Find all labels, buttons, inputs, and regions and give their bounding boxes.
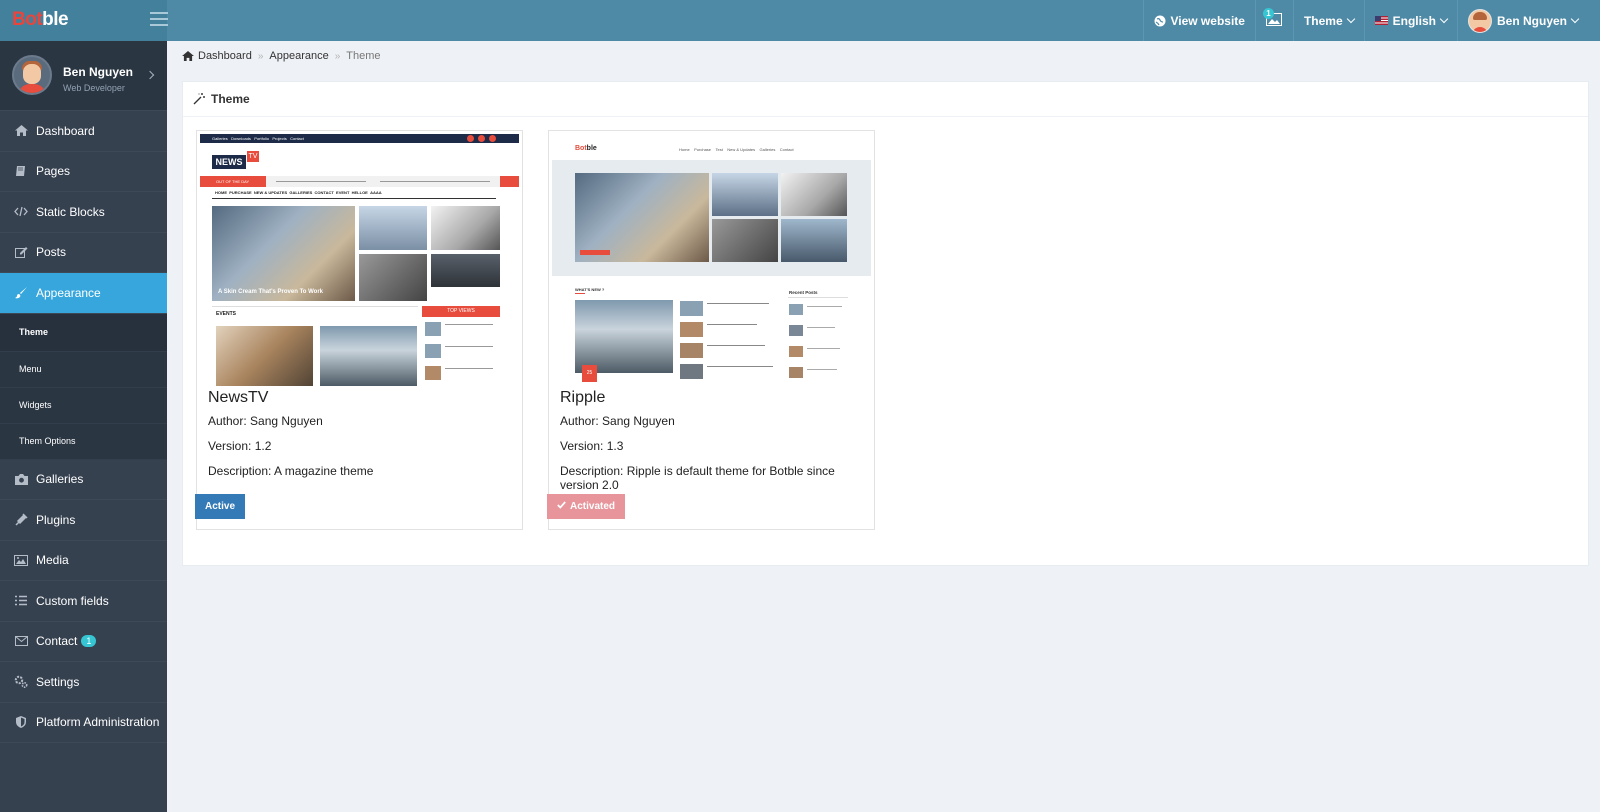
sidebar-item-settings[interactable]: Settings [0, 662, 167, 703]
chevron-right-icon[interactable] [145, 70, 155, 80]
activated-button-label: Activated [570, 501, 616, 512]
theme-card-ripple: Botble Home Purchase Test New & Updates … [547, 130, 875, 530]
theme-screenshot-newstv: Galleries Downloads Portfolio Projects C… [200, 134, 519, 386]
theme-author: Author: Sang Nguyen [560, 414, 675, 428]
plug-icon [14, 513, 28, 526]
sidebar-profile[interactable]: Ben Nguyen Web Developer [0, 41, 167, 111]
sidebar-item-contact[interactable]: Contact 1 [0, 622, 167, 662]
us-flag-icon [1374, 16, 1388, 25]
theme-dropdown-label: Theme [1303, 13, 1343, 28]
sidebar-subitem-theme-options[interactable]: Them Options [0, 423, 167, 460]
view-website-label: View website [1170, 13, 1245, 28]
sidebar-item-posts[interactable]: Posts [0, 233, 167, 273]
camera-icon [14, 473, 28, 485]
theme-dropdown[interactable]: Theme [1292, 0, 1364, 41]
logo-part1: Bot [12, 9, 43, 30]
sidebar-item-plugins[interactable]: Plugins [0, 500, 167, 541]
user-avatar [1467, 8, 1492, 33]
user-menu[interactable]: Ben Nguyen [1456, 0, 1600, 41]
sidebar-item-label: Appearance [36, 285, 101, 300]
sidebar-item-appearance[interactable]: Appearance [0, 273, 167, 314]
theme-version: Version: 1.3 [560, 439, 624, 453]
home-icon [14, 125, 28, 137]
avatar [12, 55, 52, 95]
sidebar-item-dashboard[interactable]: Dashboard [0, 111, 167, 152]
sidebar-item-label: Galleries [36, 472, 84, 487]
sidebar-item-label: Settings [36, 674, 80, 689]
sidebar-item-label: Media [36, 553, 69, 568]
breadcrumb-separator-icon: » [334, 50, 341, 62]
sidebar-item-label: Custom fields [36, 593, 109, 608]
breadcrumb-theme: Theme [346, 50, 381, 62]
code-icon [14, 206, 28, 217]
language-label: English [1392, 13, 1436, 28]
activate-button[interactable]: Active [195, 494, 246, 519]
sidebar-item-galleries[interactable]: Galleries [0, 460, 167, 500]
theme-author: Author: Sang Nguyen [208, 414, 323, 428]
breadcrumb-dashboard[interactable]: Dashboard [198, 50, 252, 62]
view-website-link[interactable]: View website [1143, 0, 1254, 41]
sidebar-subitem-widgets[interactable]: Widgets [0, 387, 167, 424]
profile-role: Web Developer [63, 83, 125, 93]
sidebar-subitem-menu[interactable]: Menu [0, 351, 167, 388]
contact-badge: 1 [81, 635, 97, 648]
check-icon [557, 501, 566, 512]
page-title: Theme [183, 82, 1588, 117]
activate-button-label: Active [205, 501, 236, 512]
shield-icon [14, 716, 28, 729]
breadcrumb: Dashboard » Appearance » Theme [182, 50, 381, 62]
sidebar-subitem-theme[interactable]: Theme [0, 313, 167, 352]
book-icon [14, 165, 28, 177]
top-header: Botble View website 1 Theme English Ben … [0, 0, 1600, 41]
home-icon [182, 51, 194, 61]
menu-toggle-icon[interactable] [150, 12, 168, 26]
sidebar-item-media[interactable]: Media [0, 541, 167, 581]
globe-icon [1154, 15, 1166, 27]
theme-name: Ripple [560, 389, 606, 406]
logo-area: Botble [0, 0, 167, 41]
list-icon [14, 595, 28, 606]
breadcrumb-appearance[interactable]: Appearance [269, 50, 328, 62]
sidebar-item-label: Contact [36, 634, 78, 649]
envelope-icon [14, 636, 28, 647]
chevron-down-icon [1439, 14, 1449, 23]
sidebar-item-platform-administration[interactable]: Platform Administration [0, 703, 167, 743]
activated-button[interactable]: Activated [547, 494, 626, 519]
theme-card-newstv: Galleries Downloads Portfolio Projects C… [195, 130, 523, 530]
sidebar-item-label: Dashboard [36, 123, 95, 138]
sidebar-item-label: Platform Administration [36, 715, 160, 730]
sidebar-item-label: Posts [36, 245, 67, 260]
theme-version: Version: 1.2 [208, 439, 272, 453]
theme-description: Description: A magazine theme [208, 464, 374, 478]
top-right-menu: View website 1 Theme English Ben Nguyen [1143, 0, 1600, 41]
theme-portlet: Theme Galleries Downloads Portfolio Proj… [182, 81, 1589, 566]
sidebar-item-label: Plugins [36, 512, 76, 527]
logo-part2: ble [42, 9, 69, 30]
sidebar-item-label: Static Blocks [36, 204, 105, 219]
sidebar-item-pages[interactable]: Pages [0, 152, 167, 192]
logo[interactable]: Botble [12, 9, 69, 31]
theme-screenshot-ripple: Botble Home Purchase Test New & Updates … [552, 134, 871, 386]
notification-badge: 1 [1262, 8, 1274, 19]
breadcrumb-separator-icon: » [257, 50, 264, 62]
profile-name: Ben Nguyen [63, 65, 134, 79]
paint-brush-icon [14, 286, 28, 299]
language-dropdown[interactable]: English [1363, 0, 1457, 41]
cogs-icon [14, 675, 28, 689]
edit-icon [14, 246, 28, 259]
notifications-button[interactable]: 1 [1254, 0, 1293, 41]
theme-description: Description: Ripple is default theme for… [560, 464, 835, 492]
sidebar-item-label: Pages [36, 164, 71, 179]
sidebar-item-static-blocks[interactable]: Static Blocks [0, 192, 167, 233]
user-name: Ben Nguyen [1496, 13, 1567, 28]
sidebar-item-custom-fields[interactable]: Custom fields [0, 581, 167, 622]
sidebar: Ben Nguyen Web Developer Dashboard Pages… [0, 41, 167, 812]
theme-name: NewsTV [208, 389, 269, 406]
chevron-down-icon [1346, 14, 1355, 23]
image-icon [14, 554, 28, 566]
page-title-text: Theme [211, 92, 250, 106]
chevron-down-icon [1570, 14, 1580, 23]
magic-wand-icon [193, 93, 205, 105]
